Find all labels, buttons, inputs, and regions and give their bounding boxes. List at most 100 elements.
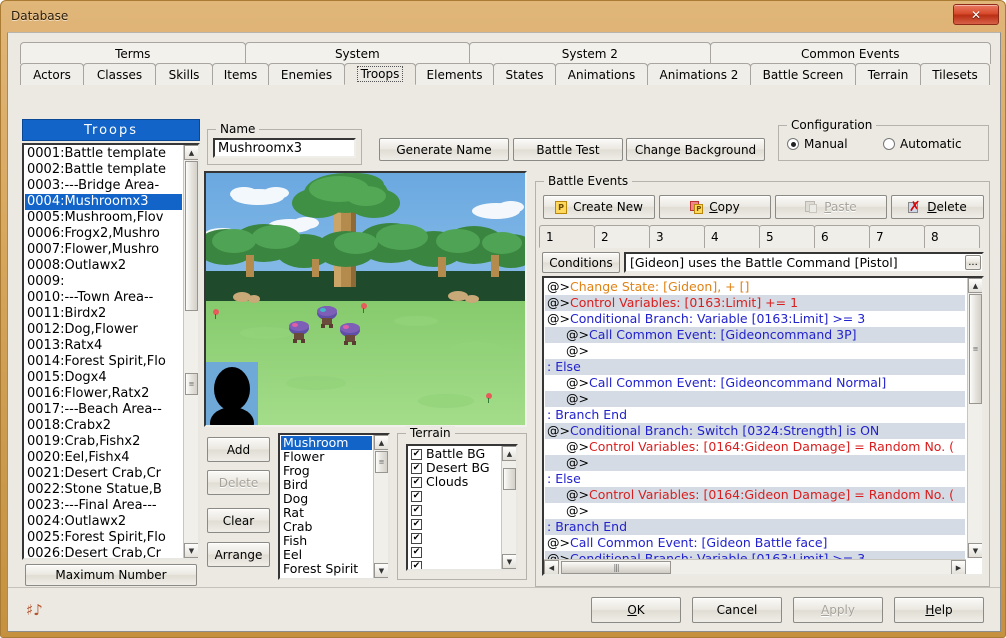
terrain-checkbox[interactable]: ✔ bbox=[411, 491, 422, 502]
terrain-list-item[interactable]: ✔ bbox=[409, 531, 500, 545]
troop-list-item[interactable]: 0011:Birdx2 bbox=[25, 306, 182, 322]
arrange-members-button[interactable]: Arrange bbox=[207, 542, 270, 567]
troop-list-item[interactable]: 0001:Battle template bbox=[25, 146, 182, 162]
troop-list-item[interactable]: 0017:---Beach Area-- bbox=[25, 402, 182, 418]
tab-animations[interactable]: Animations bbox=[555, 63, 648, 85]
close-button[interactable]: ✕ bbox=[953, 4, 999, 25]
event-page-tab-3[interactable]: 3 bbox=[649, 225, 705, 248]
troop-list-item[interactable]: 0002:Battle template bbox=[25, 162, 182, 178]
scroll-down-icon[interactable]: ▼ bbox=[502, 554, 517, 569]
terrain-checkbox[interactable]: ✔ bbox=[411, 449, 422, 460]
event-command-row[interactable]: @>Call Common Event: [Gideoncommand Norm… bbox=[545, 375, 965, 391]
event-command-row[interactable]: @>Conditional Branch: Switch [0324:Stren… bbox=[545, 423, 965, 439]
terrain-list-item[interactable]: ✔ bbox=[409, 489, 500, 503]
terrain-checkbox[interactable]: ✔ bbox=[411, 463, 422, 474]
terrain-checkbox[interactable]: ✔ bbox=[411, 519, 422, 530]
copy-button[interactable]: P Copy bbox=[659, 195, 771, 219]
event-command-row[interactable]: @>Call Common Event: [Gideoncommand 3P] bbox=[545, 327, 965, 343]
troop-list-item[interactable]: 0008:Outlawx2 bbox=[25, 258, 182, 274]
event-command-row[interactable]: @> bbox=[545, 455, 965, 471]
event-list-vscrollbar[interactable]: ▲ ≡ ▼ bbox=[967, 278, 982, 558]
terrain-list-scrollbar[interactable]: ▲ ▼ bbox=[501, 446, 516, 569]
troop-list-item[interactable]: 0005:Mushroom,Flov bbox=[25, 210, 182, 226]
scroll-down-icon[interactable]: ▼ bbox=[184, 543, 199, 558]
event-command-row[interactable]: : Branch End bbox=[545, 519, 965, 535]
event-command-row[interactable]: @>Control Variables: [0164:Gideon Damage… bbox=[545, 439, 965, 455]
radio-automatic[interactable]: Automatic bbox=[883, 137, 962, 151]
terrain-list-item[interactable]: ✔Clouds bbox=[409, 475, 500, 489]
member-list-item[interactable]: Rat bbox=[281, 506, 372, 520]
member-list-item[interactable]: Flower bbox=[281, 450, 372, 464]
delete-button[interactable]: ✗ Delete bbox=[891, 195, 984, 219]
terrain-list-item[interactable]: ✔ bbox=[409, 517, 500, 531]
clear-members-button[interactable]: Clear bbox=[207, 508, 270, 533]
tab-elements[interactable]: Elements bbox=[415, 63, 494, 85]
member-list-scrollbar[interactable]: ▲ ≡ ▼ bbox=[373, 435, 388, 578]
terrain-list-item[interactable]: ✔Desert BG bbox=[409, 461, 500, 475]
troop-list-item[interactable]: 0026:Desert Crab,Cr bbox=[25, 546, 182, 560]
scroll-right-icon[interactable]: ▶ bbox=[951, 560, 966, 575]
troop-list-item[interactable]: 0009: bbox=[25, 274, 182, 290]
tab-battle-screen[interactable]: Battle Screen bbox=[750, 63, 856, 85]
conditions-button[interactable]: Conditions bbox=[542, 252, 620, 273]
troop-list-item[interactable]: 0013:Ratx4 bbox=[25, 338, 182, 354]
terrain-list-item[interactable]: ✔Battle BG bbox=[409, 447, 500, 461]
tab-system-2[interactable]: System 2 bbox=[469, 42, 711, 64]
tab-terrain[interactable]: Terrain bbox=[855, 63, 921, 85]
scroll-thumb[interactable] bbox=[503, 468, 516, 490]
event-page-tab-4[interactable]: 4 bbox=[704, 225, 760, 248]
member-list-item[interactable]: Fish bbox=[281, 534, 372, 548]
radio-automatic-icon[interactable] bbox=[883, 138, 895, 150]
troop-list-item[interactable]: 0022:Stone Statue,B bbox=[25, 482, 182, 498]
troop-list-item[interactable]: 0003:---Bridge Area- bbox=[25, 178, 182, 194]
terrain-checkbox[interactable]: ✔ bbox=[411, 561, 422, 572]
event-command-list[interactable]: @>Change State: [Gideon], + []@>Control … bbox=[542, 276, 984, 576]
troop-list-item[interactable]: 0018:Crabx2 bbox=[25, 418, 182, 434]
event-page-tab-5[interactable]: 5 bbox=[759, 225, 815, 248]
event-command-row[interactable]: @>Control Variables: [0163:Limit] += 1 bbox=[545, 295, 965, 311]
event-command-row[interactable]: @>Conditional Branch: Variable [0163:Lim… bbox=[545, 311, 965, 327]
troop-list-item[interactable]: 0006:Frogx2,Mushro bbox=[25, 226, 182, 242]
event-command-row[interactable]: : Branch End bbox=[545, 407, 965, 423]
create-new-button[interactable]: P Create New bbox=[543, 195, 655, 219]
troops-listbox[interactable]: 0001:Battle template0002:Battle template… bbox=[22, 143, 200, 560]
terrain-checkbox[interactable]: ✔ bbox=[411, 533, 422, 544]
troop-list-item[interactable]: 0010:---Town Area-- bbox=[25, 290, 182, 306]
troop-list-item[interactable]: 0024:Outlawx2 bbox=[25, 514, 182, 530]
scroll-thumb[interactable]: ≡ bbox=[375, 451, 388, 473]
terrain-list-item[interactable]: ✔ bbox=[409, 503, 500, 517]
generate-name-button[interactable]: Generate Name bbox=[379, 138, 509, 161]
terrain-checkbox[interactable]: ✔ bbox=[411, 505, 422, 516]
troop-list-item[interactable]: 0014:Forest Spirit,Flo bbox=[25, 354, 182, 370]
troop-list-item[interactable]: 0025:Forest Spirit,Flo bbox=[25, 530, 182, 546]
event-command-row[interactable]: @> bbox=[545, 343, 965, 359]
scroll-down-icon[interactable]: ▼ bbox=[968, 543, 983, 558]
event-page-tab-2[interactable]: 2 bbox=[594, 225, 650, 248]
member-list-item[interactable]: Crab bbox=[281, 520, 372, 534]
change-background-button[interactable]: Change Background bbox=[626, 138, 765, 161]
tab-terms[interactable]: Terms bbox=[20, 42, 246, 64]
event-page-tab-6[interactable]: 6 bbox=[814, 225, 870, 248]
maximum-number-button[interactable]: Maximum Number bbox=[25, 564, 197, 586]
name-input[interactable] bbox=[213, 138, 356, 158]
troop-list-item[interactable]: 0012:Dog,Flower bbox=[25, 322, 182, 338]
terrain-listbox[interactable]: ✔Battle BG✔Desert BG✔Clouds✔✔✔✔✔✔ ▲ ▼ bbox=[406, 444, 518, 571]
radio-manual-icon[interactable] bbox=[787, 138, 799, 150]
troop-list-item[interactable]: 0007:Flower,Mushro bbox=[25, 242, 182, 258]
tab-skills[interactable]: Skills bbox=[155, 63, 213, 85]
troop-list-item[interactable]: 0016:Flower,Ratx2 bbox=[25, 386, 182, 402]
terrain-checkbox[interactable]: ✔ bbox=[411, 547, 422, 558]
member-list-item[interactable]: Frog bbox=[281, 464, 372, 478]
event-page-tab-8[interactable]: 8 bbox=[924, 225, 980, 248]
cancel-button[interactable]: Cancel bbox=[692, 597, 782, 623]
ok-button[interactable]: OK bbox=[591, 597, 681, 623]
tab-system[interactable]: System bbox=[245, 42, 471, 64]
radio-manual[interactable]: Manual bbox=[787, 137, 848, 151]
troop-list-item[interactable]: 0021:Desert Crab,Cr bbox=[25, 466, 182, 482]
tab-states[interactable]: States bbox=[493, 63, 556, 85]
tab-enemies[interactable]: Enemies bbox=[268, 63, 345, 85]
scroll-left-icon[interactable]: ◀ bbox=[544, 560, 559, 575]
troop-list-item[interactable]: 0015:Dogx4 bbox=[25, 370, 182, 386]
member-listbox[interactable]: MushroomFlowerFrogBirdDogRatCrabFishEelF… bbox=[278, 433, 390, 580]
event-command-row[interactable]: @> bbox=[545, 391, 965, 407]
